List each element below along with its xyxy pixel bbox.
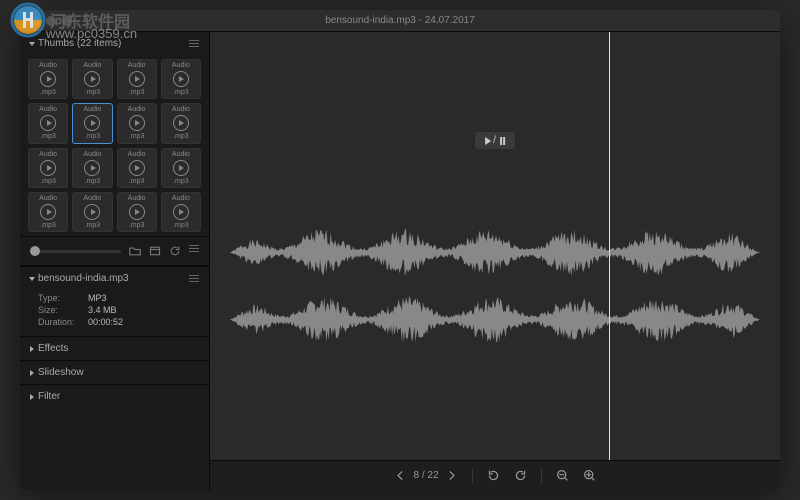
thumb-item[interactable]: Audio.mp3 bbox=[72, 103, 112, 143]
folder-icon[interactable] bbox=[129, 245, 141, 257]
zoom-out-icon[interactable] bbox=[556, 469, 569, 482]
info-filename: bensound-india.mp3 bbox=[38, 273, 129, 284]
thumb-item[interactable]: Audio.mp3 bbox=[117, 59, 157, 99]
filter-label: Filter bbox=[38, 391, 60, 402]
thumb-item[interactable]: Audio.mp3 bbox=[117, 148, 157, 188]
waveform-area[interactable] bbox=[210, 32, 780, 460]
next-button[interactable] bbox=[445, 469, 458, 482]
slideshow-label: Slideshow bbox=[38, 367, 84, 378]
play-icon bbox=[84, 204, 100, 220]
thumb-item[interactable]: Audio.mp3 bbox=[72, 148, 112, 188]
panel-menu-icon[interactable] bbox=[189, 40, 199, 47]
thumb-item[interactable]: Audio.mp3 bbox=[117, 103, 157, 143]
thumb-item[interactable]: Audio.mp3 bbox=[161, 192, 201, 232]
slideshow-panel-header[interactable]: Slideshow bbox=[20, 360, 209, 384]
play-icon bbox=[40, 204, 56, 220]
chevron-right-icon bbox=[30, 346, 34, 352]
play-icon bbox=[40, 115, 56, 131]
info-rows: Type:MP3Size:3.4 MBDuration:00:00:52 bbox=[20, 290, 209, 336]
rotate-right-icon[interactable] bbox=[514, 469, 527, 482]
sidebar: Thumbs (22 items) Audio.mp3Audio.mp3Audi… bbox=[20, 32, 210, 490]
watermark-url: www.pc0359.cn bbox=[46, 26, 137, 41]
play-icon bbox=[129, 71, 145, 87]
watermark-logo bbox=[10, 2, 46, 38]
refresh-icon[interactable] bbox=[169, 245, 181, 257]
rotate-left-icon[interactable] bbox=[487, 469, 500, 482]
chevron-right-icon bbox=[30, 370, 34, 376]
play-icon bbox=[173, 71, 189, 87]
zoom-in-icon[interactable] bbox=[583, 469, 596, 482]
thumb-item[interactable]: Audio.mp3 bbox=[161, 148, 201, 188]
thumbnail-size-slider[interactable] bbox=[30, 250, 121, 253]
effects-panel-header[interactable]: Effects bbox=[20, 336, 209, 360]
slider-knob[interactable] bbox=[30, 246, 40, 256]
thumb-item[interactable]: Audio.mp3 bbox=[28, 192, 68, 232]
main-viewer: / 8 / 22 bbox=[210, 32, 780, 490]
separator bbox=[541, 469, 542, 483]
separator bbox=[472, 469, 473, 483]
play-icon bbox=[84, 115, 100, 131]
prev-button[interactable] bbox=[394, 469, 407, 482]
thumbs-grid: Audio.mp3Audio.mp3Audio.mp3Audio.mp3Audi… bbox=[20, 55, 209, 236]
info-row: Type:MP3 bbox=[38, 292, 199, 304]
play-icon bbox=[84, 160, 100, 176]
thumb-item[interactable]: Audio.mp3 bbox=[72, 59, 112, 99]
thumb-item[interactable]: Audio.mp3 bbox=[117, 192, 157, 232]
play-icon bbox=[129, 160, 145, 176]
thumb-item[interactable]: Audio.mp3 bbox=[28, 103, 68, 143]
thumb-item[interactable]: Audio.mp3 bbox=[161, 103, 201, 143]
play-icon bbox=[129, 115, 145, 131]
list-icon[interactable] bbox=[189, 245, 199, 257]
play-icon bbox=[173, 160, 189, 176]
filter-panel-header[interactable]: Filter bbox=[20, 384, 209, 408]
waveform-left bbox=[230, 225, 760, 280]
page-indicator: 8 / 22 bbox=[413, 470, 438, 481]
open-icon[interactable] bbox=[149, 245, 161, 257]
info-panel-header[interactable]: bensound-india.mp3 bbox=[20, 266, 209, 290]
thumb-item[interactable]: Audio.mp3 bbox=[28, 148, 68, 188]
chevron-right-icon bbox=[30, 394, 34, 400]
play-icon bbox=[129, 204, 145, 220]
chevron-down-icon bbox=[29, 42, 35, 46]
waveform-right bbox=[230, 292, 760, 347]
play-icon bbox=[84, 71, 100, 87]
effects-label: Effects bbox=[38, 343, 68, 354]
thumb-item[interactable]: Audio.mp3 bbox=[161, 59, 201, 99]
thumb-item[interactable]: Audio.mp3 bbox=[72, 192, 112, 232]
thumbnail-size-row bbox=[20, 236, 209, 266]
window-title: bensound-india.mp3 - 24.07.2017 bbox=[20, 15, 780, 26]
play-icon bbox=[40, 160, 56, 176]
play-icon bbox=[173, 204, 189, 220]
info-row: Duration:00:00:52 bbox=[38, 316, 199, 328]
panel-menu-icon[interactable] bbox=[189, 275, 199, 282]
bottom-toolbar: 8 / 22 bbox=[210, 460, 780, 490]
thumb-item[interactable]: Audio.mp3 bbox=[28, 59, 68, 99]
play-icon bbox=[173, 115, 189, 131]
app-window: bensound-india.mp3 - 24.07.2017 Thumbs (… bbox=[20, 10, 780, 490]
info-row: Size:3.4 MB bbox=[38, 304, 199, 316]
chevron-down-icon bbox=[29, 277, 35, 281]
playhead[interactable] bbox=[609, 32, 610, 460]
play-icon bbox=[40, 71, 56, 87]
